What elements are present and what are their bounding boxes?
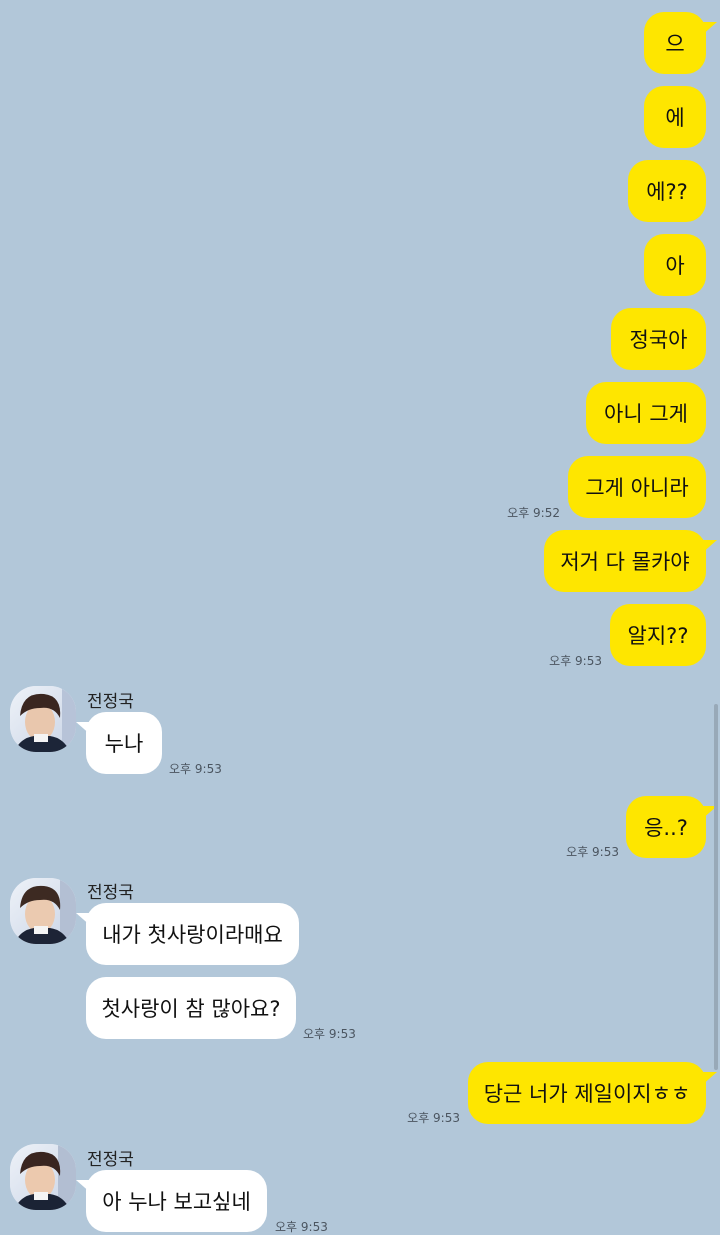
message-text: 내가 첫사랑이라매요 xyxy=(102,923,283,947)
message-text: 당근 너가 제일이지ㅎㅎ xyxy=(483,1082,691,1106)
message-text: 첫사랑이 참 많아요? xyxy=(101,997,281,1021)
bubble-tail xyxy=(701,540,717,554)
profile-photo-icon xyxy=(10,878,76,944)
contact-name: 전정국 xyxy=(87,692,134,712)
message-text: 응..? xyxy=(644,816,688,840)
message-text: 누나 xyxy=(104,732,144,756)
my-message-bubble[interactable]: 에?? xyxy=(628,160,706,222)
my-message-bubble[interactable]: 에 xyxy=(644,86,706,148)
message-text: 아니 그게 xyxy=(604,402,688,426)
message-text: 아 xyxy=(665,254,685,278)
bubble-tail xyxy=(76,913,92,927)
profile-photo-icon xyxy=(10,1144,76,1210)
message-time: 오후 9:53 xyxy=(169,762,222,776)
contact-avatar[interactable] xyxy=(10,1144,76,1210)
message-text: 에 xyxy=(665,106,685,130)
my-message-bubble[interactable]: 당근 너가 제일이지ㅎㅎ xyxy=(468,1062,706,1124)
message-text: 그게 아니라 xyxy=(585,476,689,500)
contact-avatar[interactable] xyxy=(10,686,76,752)
message-time: 오후 9:53 xyxy=(407,1111,460,1125)
my-message-bubble[interactable]: 으 xyxy=(644,12,706,74)
profile-photo-icon xyxy=(10,686,76,752)
my-message-bubble[interactable]: 응..? xyxy=(626,796,706,858)
bubble-tail xyxy=(701,22,717,36)
bubble-tail xyxy=(76,722,92,736)
contact-avatar[interactable] xyxy=(10,878,76,944)
message-text: 저거 다 몰카야 xyxy=(560,550,690,574)
my-message-bubble[interactable]: 저거 다 몰카야 xyxy=(544,530,706,592)
their-message-bubble[interactable]: 아 누나 보고싶네 xyxy=(86,1170,267,1232)
message-text: 으 xyxy=(665,32,685,56)
scrollbar[interactable] xyxy=(714,704,718,1070)
message-time: 오후 9:53 xyxy=(549,654,602,668)
message-text: 아 누나 보고싶네 xyxy=(102,1190,251,1214)
message-time: 오후 9:53 xyxy=(566,845,619,859)
message-text: 정국아 xyxy=(629,328,688,352)
contact-name: 전정국 xyxy=(87,1150,134,1170)
message-text: 에?? xyxy=(646,180,688,204)
my-message-bubble[interactable]: 아니 그게 xyxy=(586,382,706,444)
their-message-bubble[interactable]: 첫사랑이 참 많아요? xyxy=(86,977,296,1039)
bubble-tail xyxy=(76,1180,92,1194)
message-text: 알지?? xyxy=(627,624,689,648)
message-time: 오후 9:53 xyxy=(275,1220,328,1234)
my-message-bubble[interactable]: 알지?? xyxy=(610,604,706,666)
my-message-bubble[interactable]: 정국아 xyxy=(611,308,706,370)
their-message-bubble[interactable]: 내가 첫사랑이라매요 xyxy=(86,903,299,965)
bubble-tail xyxy=(701,1072,717,1086)
message-time: 오후 9:53 xyxy=(303,1027,356,1041)
contact-name: 전정국 xyxy=(87,883,134,903)
my-message-bubble[interactable]: 아 xyxy=(644,234,706,296)
message-time: 오후 9:52 xyxy=(507,506,560,520)
their-message-bubble[interactable]: 누나 xyxy=(86,712,162,774)
my-message-bubble[interactable]: 그게 아니라 xyxy=(568,456,706,518)
